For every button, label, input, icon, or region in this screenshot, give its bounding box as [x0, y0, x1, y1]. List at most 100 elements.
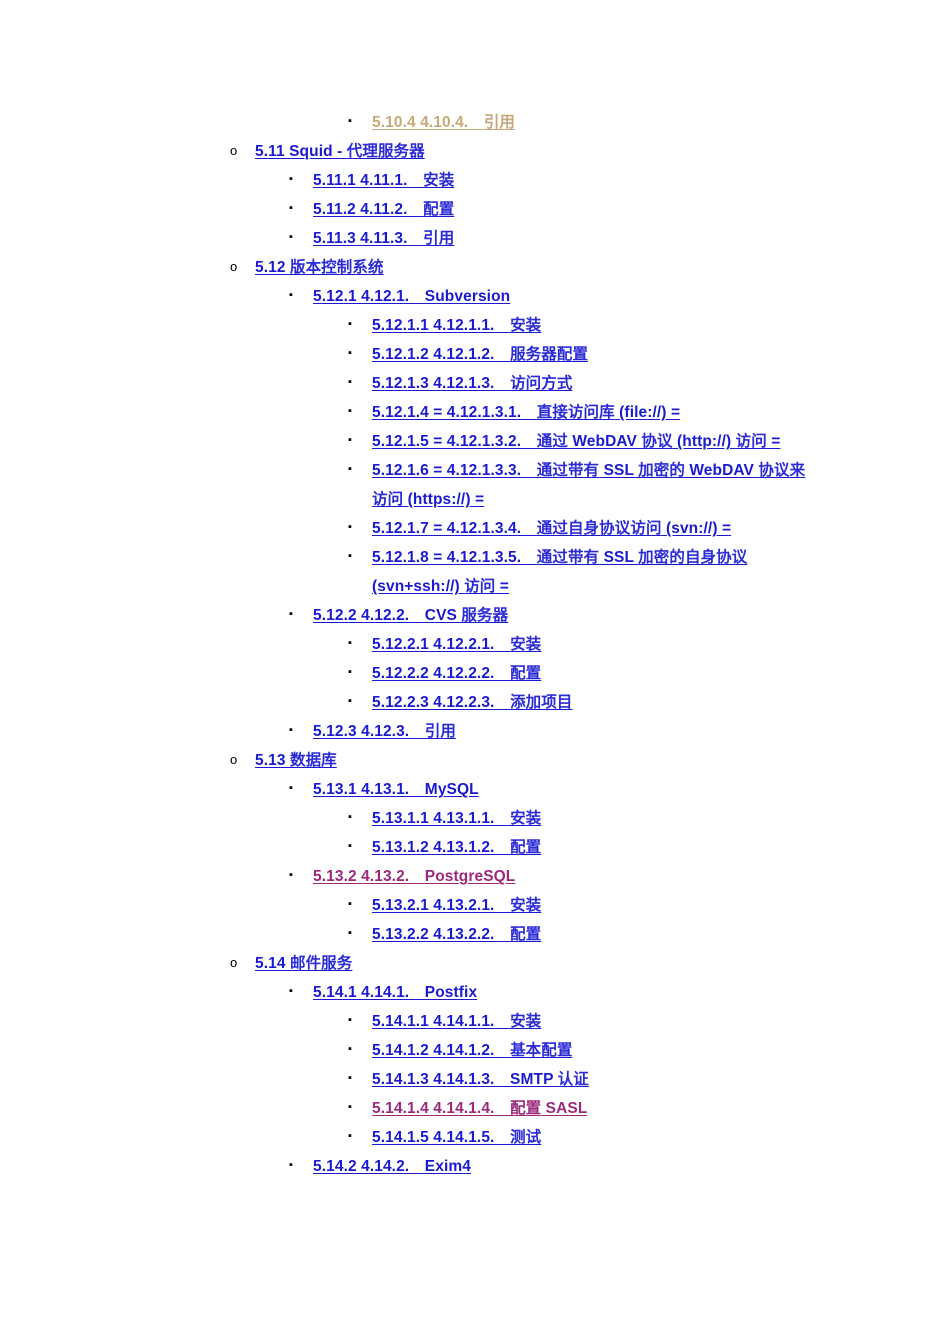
toc-link-item-5-12-1-2[interactable]: 5.12.1.2 4.12.1.2. 服务器配置 [372, 340, 588, 369]
toc-link-item-5-13-1-1[interactable]: 5.13.1.1 4.13.1.1. 安装 [372, 804, 541, 833]
toc-entry: ▪ 5.12.1.7 = 4.12.1.3.4. 通过自身协议访问 (svn://… [0, 514, 950, 543]
square-bullet-icon: ▪ [348, 840, 352, 852]
square-bullet-icon: ▪ [289, 289, 293, 301]
cjk-text: 加密的 [638, 462, 685, 479]
cjk-text: 配置 [510, 1100, 542, 1117]
toc-entry: ▪ 5.13.1.2 4.13.1.2. 配置 [0, 833, 950, 862]
toc-link-item-5-14-1-4[interactable]: 5.14.1.4 4.14.1.4. 配置 SASL [372, 1094, 587, 1123]
cjk-text: 配置 [510, 665, 542, 682]
toc-link-item-5-12-2[interactable]: 5.12.2 4.12.2. CVS 服务器 [313, 601, 508, 630]
cjk-text: 服务器配置 [510, 346, 589, 363]
toc-entry: ▪ 5.12.1.1 4.12.1.1. 安装 [0, 311, 950, 340]
toc-link-item-5-12-1-8[interactable]: 5.12.1.8 = 4.12.1.3.5. 通过带有 SSL 加密的自身协议 … [372, 543, 812, 601]
toc-link-item-5-12-2-3[interactable]: 5.12.2.3 4.12.2.3. 添加项目 [372, 688, 572, 717]
toc-link-item-5-14-2[interactable]: 5.14.2 4.14.2. Exim4 [313, 1152, 471, 1181]
circle-bullet-icon: o [230, 259, 238, 274]
cjk-text: 安装 [423, 172, 455, 189]
cjk-text: 直接访问库 [536, 404, 615, 421]
square-bullet-icon: ▪ [348, 927, 352, 939]
toc-entry: o 5.13 数据库 [0, 746, 950, 775]
cjk-text: 访问 [464, 578, 496, 595]
toc-link-item-5-11[interactable]: 5.11 Squid - 代理服务器 [255, 137, 425, 166]
toc-link-item-5-12-1-5[interactable]: 5.12.1.5 = 4.12.1.3.2. 通过 WebDAV 协议 (htt… [372, 427, 780, 456]
cjk-text: 访问方式 [510, 375, 573, 392]
toc-link-item-5-11-1[interactable]: 5.11.1 4.11.1. 安装 [313, 166, 454, 195]
toc-entry: ▪ 5.12.1.6 = 4.12.1.3.3. 通过带有 SSL 加密的 Web… [0, 456, 950, 514]
toc-link-item-5-12-1-7[interactable]: 5.12.1.7 = 4.12.1.3.4. 通过自身协议访问 (svn://)… [372, 514, 731, 543]
square-bullet-icon: ▪ [348, 1014, 352, 1026]
square-bullet-icon: ▪ [289, 608, 293, 620]
toc-entry: ▪ 5.12.1.3 4.12.1.3. 访问方式 [0, 369, 950, 398]
toc-entry: ▪ 5.14.1.2 4.14.1.2. 基本配置 [0, 1036, 950, 1065]
toc-link-item-5-12-1-3[interactable]: 5.12.1.3 4.12.1.3. 访问方式 [372, 369, 572, 398]
cjk-text: 通过自身协议访问 [536, 520, 662, 537]
toc-entry: ▪ 5.14.1.1 4.14.1.1. 安装 [0, 1007, 950, 1036]
square-bullet-icon: ▪ [289, 202, 293, 214]
cjk-text: 添加项目 [510, 694, 573, 711]
cjk-text: 邮件服务 [289, 955, 353, 972]
square-bullet-icon: ▪ [348, 521, 352, 533]
square-bullet-icon: ▪ [289, 782, 293, 794]
cjk-text: 安装 [510, 810, 542, 827]
square-bullet-icon: ▪ [289, 869, 293, 881]
toc-link-item-5-13-2-1[interactable]: 5.13.2.1 4.13.2.1. 安装 [372, 891, 541, 920]
toc-link-item-5-10-4[interactable]: 5.10.4 4.10.4. 引用 [372, 108, 515, 137]
toc-link-item-5-14-1[interactable]: 5.14.1 4.14.1. Postfix [313, 978, 477, 1007]
toc-link-item-5-13-1-2[interactable]: 5.13.1.2 4.13.1.2. 配置 [372, 833, 541, 862]
circle-bullet-icon: o [230, 955, 238, 970]
toc-entry: ▪ 5.12.2.1 4.12.2.1. 安装 [0, 630, 950, 659]
cjk-text: 配置 [510, 839, 542, 856]
cjk-text: 加密的自身协议 [638, 549, 748, 566]
cjk-text: 安装 [510, 317, 542, 334]
cjk-text: 认证 [557, 1071, 589, 1088]
table-of-contents: ▪ 5.10.4 4.10.4. 引用 o 5.11 Squid - 代理服务器 ▪ 5.… [0, 108, 950, 1181]
toc-link-item-5-14-1-3[interactable]: 5.14.1.3 4.14.1.3. SMTP 认证 [372, 1065, 589, 1094]
toc-link-item-5-12-1-1[interactable]: 5.12.1.1 4.12.1.1. 安装 [372, 311, 541, 340]
toc-entry: ▪ 5.10.4 4.10.4. 引用 [0, 108, 950, 137]
toc-entry: ▪ 5.12.1.8 = 4.12.1.3.5. 通过带有 SSL 加密的自身协议… [0, 543, 950, 601]
cjk-text: 服务器 [461, 607, 509, 624]
toc-link-item-5-12[interactable]: 5.12 版本控制系统 [255, 253, 384, 282]
square-bullet-icon: ▪ [348, 347, 352, 359]
square-bullet-icon: ▪ [348, 434, 352, 446]
toc-entry: ▪ 5.11.2 4.11.2. 配置 [0, 195, 950, 224]
square-bullet-icon: ▪ [289, 985, 293, 997]
square-bullet-icon: ▪ [289, 231, 293, 243]
toc-entry: ▪ 5.13.2.2 4.13.2.2. 配置 [0, 920, 950, 949]
toc-entry: ▪ 5.11.3 4.11.3. 引用 [0, 224, 950, 253]
square-bullet-icon: ▪ [348, 463, 352, 475]
toc-link-item-5-14-1-5[interactable]: 5.14.1.5 4.14.1.5. 测试 [372, 1123, 541, 1152]
toc-link-item-5-14-1-1[interactable]: 5.14.1.1 4.14.1.1. 安装 [372, 1007, 541, 1036]
toc-entry: ▪ 5.13.2.1 4.13.2.1. 安装 [0, 891, 950, 920]
toc-entry: ▪ 5.12.3 4.12.3. 引用 [0, 717, 950, 746]
toc-link-item-5-11-2[interactable]: 5.11.2 4.11.2. 配置 [313, 195, 454, 224]
toc-link-item-5-12-2-1[interactable]: 5.12.2.1 4.12.2.1. 安装 [372, 630, 541, 659]
toc-link-item-5-12-3[interactable]: 5.12.3 4.12.3. 引用 [313, 717, 456, 746]
toc-link-item-5-12-1-4[interactable]: 5.12.1.4 = 4.12.1.3.1. 直接访问库 (file://) = [372, 398, 680, 427]
cjk-text: 通过带有 [536, 462, 600, 479]
toc-link-item-5-13-2-2[interactable]: 5.13.2.2 4.13.2.2. 配置 [372, 920, 541, 949]
square-bullet-icon: ▪ [348, 376, 352, 388]
cjk-text: 安装 [510, 636, 542, 653]
circle-bullet-icon: o [230, 143, 238, 158]
toc-link-item-5-13-2[interactable]: 5.13.2 4.13.2. PostgreSQL [313, 862, 515, 891]
toc-link-item-5-12-1-6[interactable]: 5.12.1.6 = 4.12.1.3.3. 通过带有 SSL 加密的 WebD… [372, 456, 812, 514]
toc-entry: ▪ 5.13.1.1 4.13.1.1. 安装 [0, 804, 950, 833]
toc-link-item-5-13-1[interactable]: 5.13.1 4.13.1. MySQL [313, 775, 479, 804]
toc-entry: ▪ 5.12.2.2 4.12.2.2. 配置 [0, 659, 950, 688]
square-bullet-icon: ▪ [289, 724, 293, 736]
toc-link-item-5-11-3[interactable]: 5.11.3 4.11.3. 引用 [313, 224, 454, 253]
cjk-text: 数据库 [289, 752, 337, 769]
toc-entry: ▪ 5.12.1 4.12.1. Subversion [0, 282, 950, 311]
toc-link-item-5-14-1-2[interactable]: 5.14.1.2 4.14.1.2. 基本配置 [372, 1036, 572, 1065]
square-bullet-icon: ▪ [348, 405, 352, 417]
toc-link-item-5-12-1[interactable]: 5.12.1 4.12.1. Subversion [313, 282, 510, 311]
square-bullet-icon: ▪ [348, 898, 352, 910]
document-page: ▪ 5.10.4 4.10.4. 引用 o 5.11 Squid - 代理服务器 ▪ 5.… [0, 0, 950, 1344]
toc-link-item-5-12-2-2[interactable]: 5.12.2.2 4.12.2.2. 配置 [372, 659, 541, 688]
circle-bullet-icon: o [230, 752, 238, 767]
toc-entry: ▪ 5.11.1 4.11.1. 安装 [0, 166, 950, 195]
toc-entry: ▪ 5.14.1.3 4.14.1.3. SMTP 认证 [0, 1065, 950, 1094]
toc-link-item-5-13[interactable]: 5.13 数据库 [255, 746, 337, 775]
toc-link-item-5-14[interactable]: 5.14 邮件服务 [255, 949, 352, 978]
